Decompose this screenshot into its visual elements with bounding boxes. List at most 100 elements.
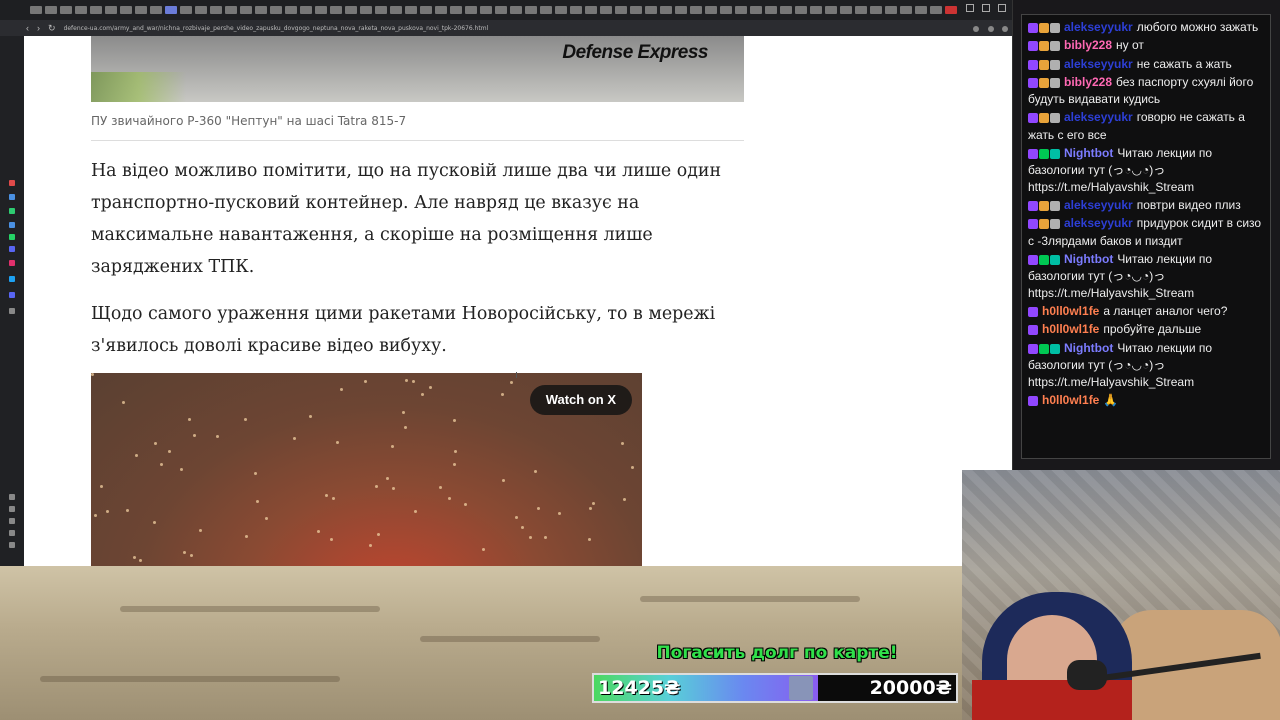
browser-tab[interactable] xyxy=(720,6,732,14)
browser-tab[interactable] xyxy=(915,6,927,14)
sidebar-app-icon[interactable] xyxy=(9,494,15,500)
sidebar-app-icon[interactable] xyxy=(9,234,15,240)
browser-tab[interactable] xyxy=(570,6,582,14)
browser-tab[interactable] xyxy=(300,6,312,14)
browser-tab[interactable] xyxy=(60,6,72,14)
sidebar-app-icon[interactable] xyxy=(9,292,15,298)
forward-icon[interactable]: › xyxy=(37,23,40,33)
sidebar-app-icon[interactable] xyxy=(9,180,15,186)
browser-tab[interactable] xyxy=(735,6,747,14)
chat-username[interactable]: bibly228 xyxy=(1064,38,1112,52)
browser-tab[interactable] xyxy=(510,6,522,14)
browser-tab[interactable] xyxy=(540,6,552,14)
browser-tab[interactable] xyxy=(165,6,177,14)
browser-tab[interactable] xyxy=(150,6,162,14)
browser-tab[interactable] xyxy=(825,6,837,14)
sidebar-app-icon[interactable] xyxy=(9,308,15,314)
browser-tab[interactable] xyxy=(120,6,132,14)
browser-tab[interactable] xyxy=(195,6,207,14)
browser-tab[interactable] xyxy=(180,6,192,14)
browser-tab[interactable] xyxy=(225,6,237,14)
browser-tab[interactable] xyxy=(765,6,777,14)
browser-tab[interactable] xyxy=(285,6,297,14)
browser-tab[interactable] xyxy=(450,6,462,14)
sidebar-app-icon[interactable] xyxy=(9,260,15,266)
browser-tab[interactable] xyxy=(675,6,687,14)
browser-tab[interactable] xyxy=(495,6,507,14)
extension-icon[interactable] xyxy=(987,26,994,32)
browser-tab[interactable] xyxy=(315,6,327,14)
browser-tab[interactable] xyxy=(90,6,102,14)
browser-tab[interactable] xyxy=(525,6,537,14)
chat-username[interactable]: Nightbot xyxy=(1064,341,1113,355)
browser-tab[interactable] xyxy=(405,6,417,14)
sidebar-app-icon[interactable] xyxy=(9,530,15,536)
browser-tab[interactable] xyxy=(900,6,912,14)
extension-icon[interactable] xyxy=(1002,26,1008,32)
sidebar-app-icon[interactable] xyxy=(9,542,15,548)
browser-tab[interactable] xyxy=(330,6,342,14)
browser-tab[interactable] xyxy=(705,6,717,14)
sidebar-app-icon[interactable] xyxy=(9,276,15,282)
extension-icons[interactable] xyxy=(973,19,1012,37)
browser-tab[interactable] xyxy=(420,6,432,14)
address-bar[interactable]: ‹ › ↻ defence-ua.com/army_and_war/nichna… xyxy=(0,20,1012,36)
window-controls[interactable] xyxy=(966,4,1006,12)
embedded-video[interactable]: Watch on X xyxy=(91,373,642,568)
browser-tab[interactable] xyxy=(750,6,762,14)
browser-tab[interactable] xyxy=(135,6,147,14)
browser-tab[interactable] xyxy=(255,6,267,14)
browser-tab[interactable] xyxy=(465,6,477,14)
browser-tab[interactable] xyxy=(885,6,897,14)
browser-tab[interactable] xyxy=(360,6,372,14)
browser-tab[interactable] xyxy=(240,6,252,14)
sidebar-app-icon[interactable] xyxy=(9,222,15,228)
back-icon[interactable]: ‹ xyxy=(26,23,29,33)
browser-tab[interactable] xyxy=(555,6,567,14)
chat-username[interactable]: h0ll0wl1fe xyxy=(1042,393,1099,407)
chat-username[interactable]: h0ll0wl1fe xyxy=(1042,304,1099,318)
chat-username[interactable]: alekseyyukr xyxy=(1064,216,1133,230)
close-icon[interactable] xyxy=(998,4,1006,12)
browser-tab[interactable] xyxy=(30,6,42,14)
browser-tab[interactable] xyxy=(870,6,882,14)
browser-tab[interactable] xyxy=(345,6,357,14)
browser-tab[interactable] xyxy=(105,6,117,14)
chat-username[interactable]: bibly228 xyxy=(1064,75,1112,89)
chat-username[interactable]: h0ll0wl1fe xyxy=(1042,322,1099,336)
sidebar-app-icon[interactable] xyxy=(9,194,15,200)
tab-bar[interactable] xyxy=(0,0,1012,20)
browser-tab[interactable] xyxy=(45,6,57,14)
minimize-icon[interactable] xyxy=(966,4,974,12)
sidebar-app-icon[interactable] xyxy=(9,246,15,252)
browser-tab[interactable] xyxy=(210,6,222,14)
browser-tab[interactable] xyxy=(840,6,852,14)
reload-icon[interactable]: ↻ xyxy=(48,23,56,33)
browser-tab[interactable] xyxy=(390,6,402,14)
sidebar-app-icon[interactable] xyxy=(9,208,15,214)
browser-tab[interactable] xyxy=(630,6,642,14)
browser-tab[interactable] xyxy=(945,6,957,14)
browser-tab[interactable] xyxy=(600,6,612,14)
browser-tab[interactable] xyxy=(480,6,492,14)
browser-tab[interactable] xyxy=(660,6,672,14)
watch-on-x-button[interactable]: Watch on X xyxy=(529,385,632,415)
maximize-icon[interactable] xyxy=(982,4,990,12)
browser-tab[interactable] xyxy=(810,6,822,14)
browser-tab[interactable] xyxy=(780,6,792,14)
browser-tab[interactable] xyxy=(585,6,597,14)
browser-tab[interactable] xyxy=(930,6,942,14)
chat-username[interactable]: Nightbot xyxy=(1064,146,1113,160)
browser-tab[interactable] xyxy=(270,6,282,14)
chat-username[interactable]: alekseyyukr xyxy=(1064,110,1133,124)
url-text[interactable]: defence-ua.com/army_and_war/nichna_rozbi… xyxy=(64,25,966,32)
chat-username[interactable]: alekseyyukr xyxy=(1064,57,1133,71)
chat-username[interactable]: alekseyyukr xyxy=(1064,198,1133,212)
browser-tab[interactable] xyxy=(435,6,447,14)
browser-tab[interactable] xyxy=(615,6,627,14)
browser-tab[interactable] xyxy=(855,6,867,14)
sidebar-app-icon[interactable] xyxy=(9,518,15,524)
browser-tab[interactable] xyxy=(75,6,87,14)
chat-username[interactable]: alekseyyukr xyxy=(1064,20,1133,34)
browser-tab[interactable] xyxy=(645,6,657,14)
